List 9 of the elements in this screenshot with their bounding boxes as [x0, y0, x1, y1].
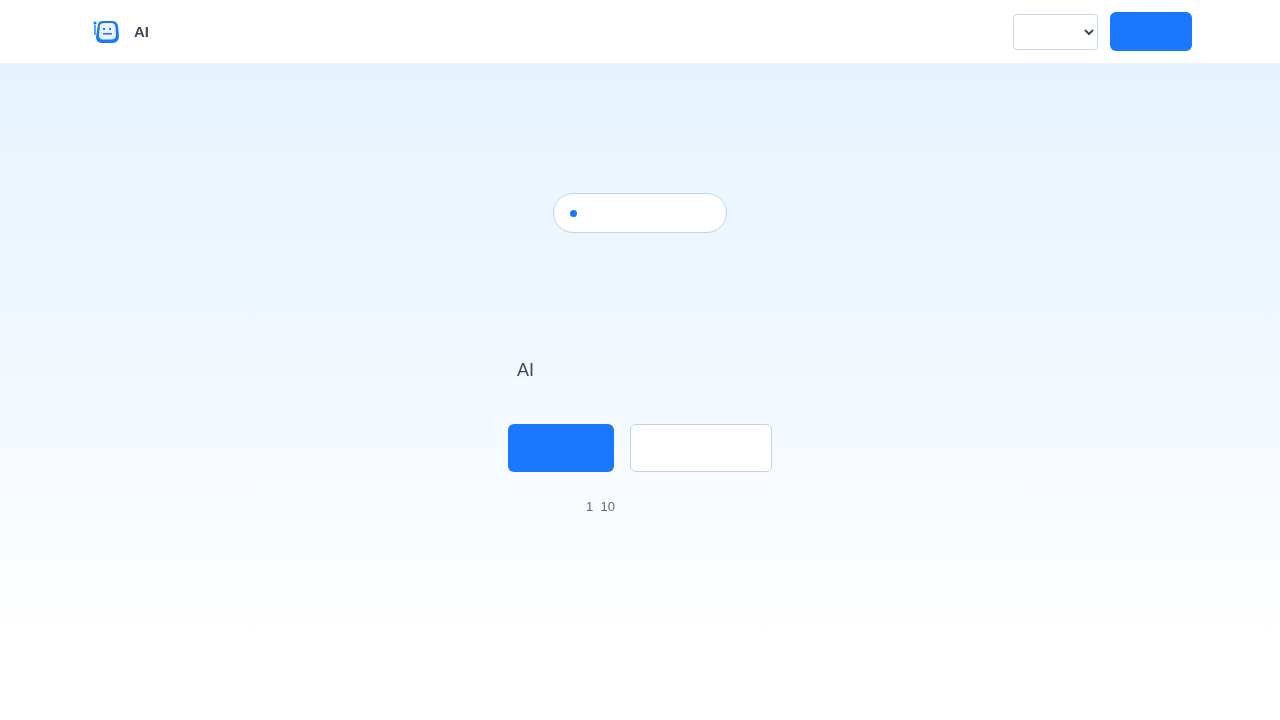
dot-icon [570, 209, 577, 217]
brand-name: AI [134, 23, 149, 40]
primary-button[interactable] [508, 424, 614, 472]
hero-subtitle: AI [517, 359, 534, 381]
secondary-button[interactable] [630, 424, 772, 472]
header-button[interactable] [1110, 12, 1192, 51]
robot-logo-icon [92, 18, 120, 45]
hero-note: 1 10 [586, 499, 615, 515]
dropdown-select[interactable] [1013, 13, 1098, 50]
